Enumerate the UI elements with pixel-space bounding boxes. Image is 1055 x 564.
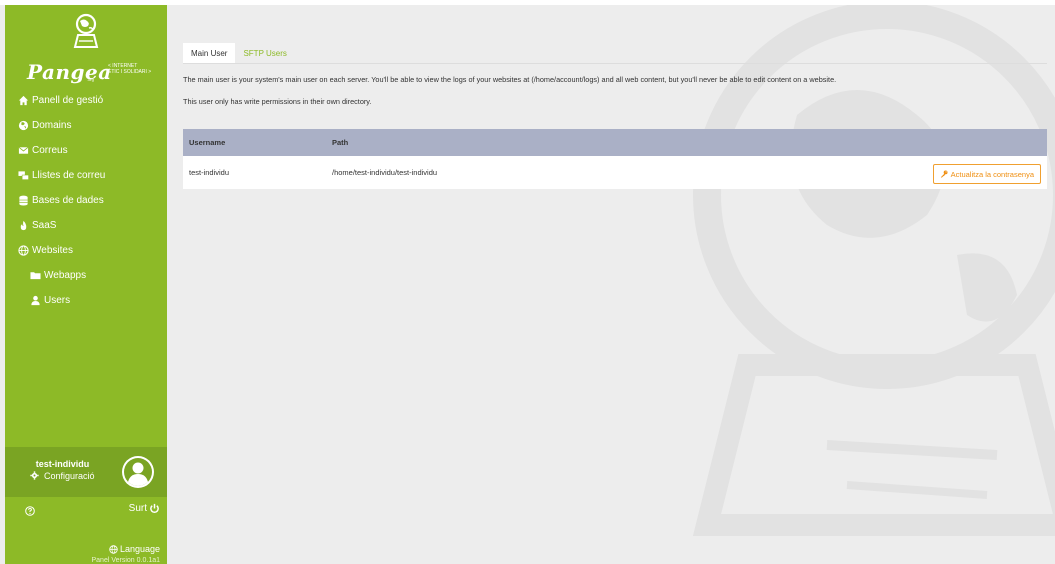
sidebar-item-label: Users <box>44 295 71 306</box>
brand-domain: .org <box>87 77 94 82</box>
configuracio-label: Configuració <box>43 471 95 481</box>
sidebar-item-saas[interactable]: SaaS <box>5 213 167 238</box>
globe-icon <box>17 120 29 132</box>
sidebar-item-label: Correus <box>32 145 68 156</box>
tab-bar: Main User SFTP Users <box>183 43 295 63</box>
database-icon <box>17 195 29 207</box>
folder-icon <box>29 270 41 282</box>
gear-icon <box>30 471 40 480</box>
user-panel: test-individu Configuració <box>5 447 167 497</box>
cell-username: test-individu <box>189 168 230 177</box>
sidebar-item-webapps[interactable]: Webapps <box>5 263 167 288</box>
panel-version: Panel Version 0.0.1a1 <box>91 557 161 564</box>
sidebar-item-domains[interactable]: Domains <box>5 113 167 138</box>
brand-tagline: < INTERNET ÈTIC I SOLIDARI > <box>108 63 152 75</box>
sidebar-item-label: SaaS <box>32 220 57 231</box>
home-icon <box>17 95 29 107</box>
sidebar-item-bases-de-dades[interactable]: Bases de dades <box>5 188 167 213</box>
fire-icon <box>17 220 29 232</box>
sidebar-item-websites[interactable]: Websites <box>5 238 167 263</box>
user-name: test-individu <box>35 459 90 469</box>
main-content: Main User SFTP Users The main user is yo… <box>167 5 1055 564</box>
main-user-table: Username Path test-individu /home/test-i… <box>183 129 1047 189</box>
key-icon <box>940 170 948 178</box>
sidebar-nav: Panell de gestió Domains Correus Llistes… <box>5 88 167 313</box>
header-username: Username <box>189 138 226 147</box>
sidebar-item-correus[interactable]: Correus <box>5 138 167 163</box>
configuracio-link[interactable]: Configuració <box>5 471 120 481</box>
brand-name: Pangea <box>27 60 112 84</box>
sidebar-item-label: Webapps <box>44 270 87 281</box>
tab-main-user[interactable]: Main User <box>183 43 236 63</box>
sidebar-item-label: Domains <box>32 120 72 131</box>
sidebar-item-users[interactable]: Users <box>5 288 167 313</box>
sidebar-item-label: Panell de gestió <box>32 95 104 106</box>
globe-icon <box>17 245 29 257</box>
logo[interactable]: Pangea < INTERNET ÈTIC I SOLIDARI > .org <box>5 13 167 84</box>
mailing-list-icon <box>17 170 29 182</box>
sidebar-item-panell[interactable]: Panell de gestió <box>5 88 167 113</box>
header-path: Path <box>332 138 349 147</box>
sidebar: Pangea < INTERNET ÈTIC I SOLIDARI > .org… <box>5 5 167 564</box>
logout-label: Surt <box>128 503 147 514</box>
description-text: The main user is your system's main user… <box>183 75 837 84</box>
update-password-button[interactable]: Actualitza la contrasenya <box>932 164 1041 184</box>
sidebar-item-llistes[interactable]: Llistes de correu <box>5 163 167 188</box>
permissions-note: This user only has write permissions in … <box>183 97 372 106</box>
globe-icon <box>109 544 118 554</box>
envelope-icon <box>17 145 29 157</box>
logout-button[interactable]: Surt <box>129 503 160 514</box>
globe-computer-logo-icon <box>73 13 99 48</box>
language-label: Language <box>119 544 160 554</box>
user-icon <box>29 295 41 307</box>
sidebar-item-label: Llistes de correu <box>32 170 106 181</box>
update-password-label: Actualitza la contrasenya <box>950 169 1034 179</box>
background-globe-computer-art <box>692 5 1055 536</box>
tab-divider <box>183 63 1047 64</box>
sidebar-item-label: Websites <box>32 245 73 256</box>
power-icon <box>150 503 159 513</box>
table-row: test-individu /home/test-individu/test-i… <box>183 156 1047 189</box>
help-icon[interactable] <box>25 506 35 516</box>
sidebar-item-label: Bases de dades <box>32 195 104 206</box>
table-header: Username Path <box>183 129 1047 156</box>
cell-path: /home/test-individu/test-individu <box>332 168 438 177</box>
tab-sftp-users[interactable]: SFTP Users <box>235 43 294 63</box>
avatar-icon[interactable] <box>121 455 155 489</box>
language-selector[interactable]: Language <box>109 544 160 554</box>
